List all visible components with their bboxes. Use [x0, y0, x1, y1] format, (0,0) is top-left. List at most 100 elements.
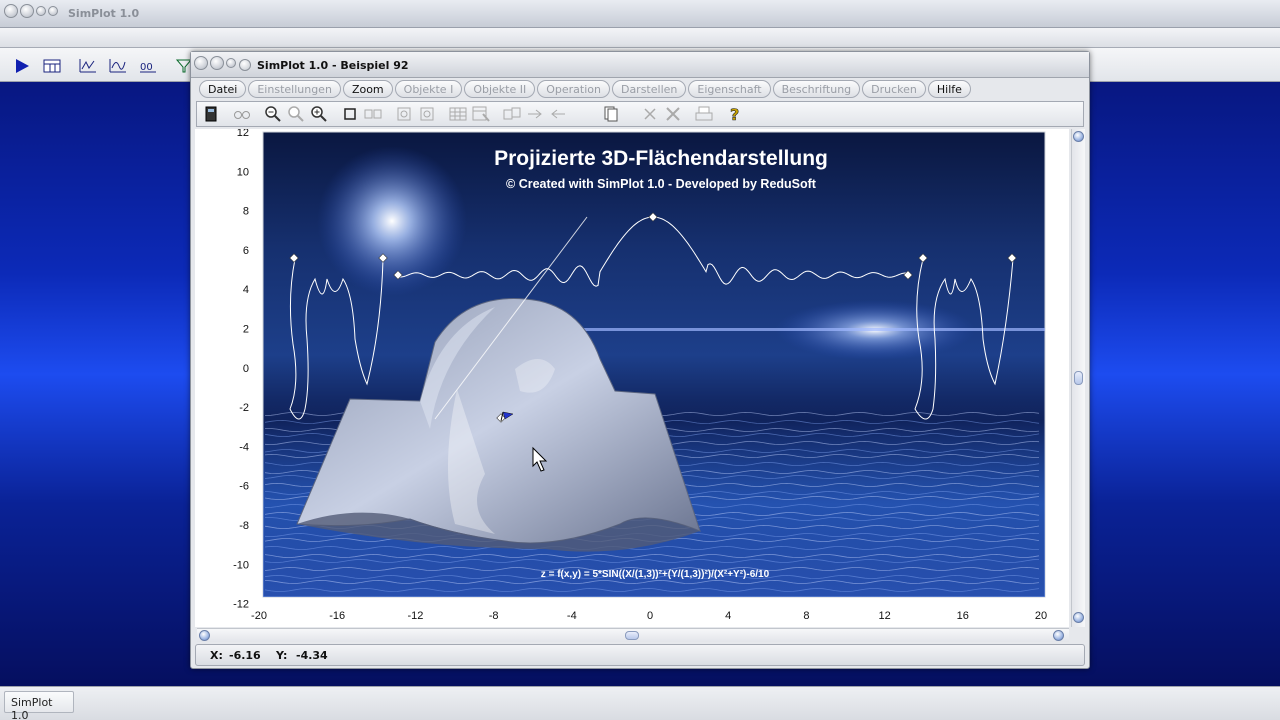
- scroll-right-button[interactable]: [1053, 630, 1064, 641]
- x-tick-label: 4: [725, 610, 731, 622]
- plot-title: Projizierte 3D-Flächendarstellung: [494, 147, 828, 170]
- vertical-scroll-thumb[interactable]: [1074, 371, 1083, 385]
- y-tick-label: 8: [243, 206, 249, 218]
- x-tick-label: -20: [251, 610, 267, 622]
- x-axis-ticks: -20 -16 -12 -8 -4 0 4 8 12 16 20: [251, 610, 1047, 622]
- x-tick-label: 8: [803, 610, 809, 622]
- y-axis-ticks: 12 10 8 6 4 2 0 -2 -4 -6 -8 -10 -12: [233, 127, 249, 611]
- horizontal-scrollbar[interactable]: [197, 628, 1069, 642]
- app-statusbar: SimPlot 1.0: [0, 686, 1280, 720]
- arrow-right-icon[interactable]: [525, 105, 545, 123]
- y-tick-label: 12: [237, 129, 249, 139]
- sequence-chart-icon[interactable]: 00: [138, 57, 158, 75]
- menu-item-beschriftung[interactable]: Beschriftung: [772, 80, 861, 98]
- x-coord-value: -6.16: [229, 649, 261, 662]
- play-icon[interactable]: [12, 57, 32, 75]
- y-tick-label: -6: [239, 481, 249, 493]
- curve-chart-icon[interactable]: [108, 57, 128, 75]
- arrow-left-icon[interactable]: [548, 105, 568, 123]
- window-close-button[interactable]: [194, 56, 208, 70]
- menu-item-objekte-i[interactable]: Objekte I: [394, 80, 463, 98]
- app-titlebar: SimPlot 1.0: [0, 0, 1280, 28]
- x-tick-label: 12: [878, 610, 890, 622]
- app-menu-button[interactable]: [48, 6, 58, 16]
- y-tick-label: 2: [243, 324, 249, 336]
- scroll-left-button[interactable]: [199, 630, 210, 641]
- scroll-down-button[interactable]: [1073, 612, 1084, 623]
- plot-area[interactable]: 12 10 8 6 4 2 0 -2 -4 -6 -8 -10 -12 -20 -16 -12 -8 -4 0 4 8…: [195, 127, 1069, 627]
- help-icon[interactable]: ?: [725, 105, 745, 123]
- y-tick-label: 6: [243, 245, 249, 257]
- plot-canvas[interactable]: 121086420-2-4-6-8-10-12 -20 -16 -12 -8 -4 0 4 8…: [195, 127, 1069, 627]
- horizontal-scroll-thumb[interactable]: [625, 631, 639, 640]
- app-close-button[interactable]: [4, 4, 18, 18]
- rotate-alt-icon[interactable]: [417, 105, 437, 123]
- print-icon[interactable]: [694, 105, 714, 123]
- y-tick-label: 0: [243, 363, 249, 375]
- x-tick-label: -16: [329, 610, 345, 622]
- app-title: SimPlot 1.0: [68, 7, 140, 20]
- x-tick-label: 16: [957, 610, 969, 622]
- app-menubar: [0, 28, 1280, 48]
- menu-item-operation[interactable]: Operation: [537, 80, 610, 98]
- y-coord-value: -4.34: [296, 649, 328, 662]
- zoom-in-icon[interactable]: [309, 105, 329, 123]
- menu-item-hilfe[interactable]: Hilfe: [927, 80, 971, 98]
- window-menu-icon[interactable]: [239, 59, 251, 71]
- y-tick-label: -12: [233, 599, 249, 611]
- x-tick-label: -8: [489, 610, 499, 622]
- app-minimize-button[interactable]: [20, 4, 34, 18]
- window-minimize-button[interactable]: [210, 56, 224, 70]
- window-titlebar: SimPlot 1.0 - Beispiel 92: [191, 52, 1089, 78]
- taskbar-entry[interactable]: SimPlot 1.0: [4, 691, 74, 720]
- grid-icon[interactable]: [448, 105, 468, 123]
- zoom-out-icon[interactable]: [263, 105, 283, 123]
- pages-icon[interactable]: [601, 105, 621, 123]
- copy-object-icon[interactable]: [502, 105, 522, 123]
- window-maximize-button[interactable]: [226, 58, 236, 68]
- svg-text:?: ?: [730, 105, 739, 123]
- x-tick-label: 20: [1035, 610, 1047, 622]
- menu-item-datei[interactable]: Datei: [199, 80, 247, 98]
- table-icon[interactable]: [42, 57, 62, 75]
- menubar: Datei Einstellungen Zoom Objekte I Objekte I…: [199, 80, 971, 98]
- calculator-icon[interactable]: [201, 105, 221, 123]
- vertical-scrollbar[interactable]: [1071, 129, 1085, 627]
- menu-item-darstellen[interactable]: Darstellen: [611, 80, 687, 98]
- app-window-controls: [4, 4, 58, 18]
- line-chart-icon[interactable]: [78, 57, 98, 75]
- menu-item-objekte-ii[interactable]: Objekte II: [464, 80, 536, 98]
- svg-text:00: 00: [140, 62, 153, 73]
- formula-label: z = f(x,y) = 5*SIN((X/(1,3))²+(Y/(1,3))²…: [541, 569, 770, 580]
- delete-icon[interactable]: [640, 105, 660, 123]
- glasses-icon[interactable]: [232, 105, 252, 123]
- document-window: SimPlot 1.0 - Beispiel 92 Datei Einstellu…: [190, 51, 1090, 669]
- x-coord-label: X:: [210, 649, 223, 662]
- menu-item-drucken[interactable]: Drucken: [862, 80, 926, 98]
- double-frame-icon[interactable]: [363, 105, 383, 123]
- delete-all-icon[interactable]: [663, 105, 683, 123]
- x-tick-label: -12: [407, 610, 423, 622]
- window-title: SimPlot 1.0 - Beispiel 92: [257, 59, 409, 72]
- window-statusbar: X: -6.16 Y: -4.34: [195, 644, 1085, 666]
- y-tick-label: -4: [239, 441, 249, 453]
- y-coord-label: Y:: [276, 649, 288, 662]
- menu-item-eigenschaft[interactable]: Eigenschaft: [688, 80, 771, 98]
- menu-item-zoom[interactable]: Zoom: [342, 80, 393, 98]
- y-tick-label: -2: [239, 402, 249, 414]
- scroll-up-button[interactable]: [1073, 131, 1084, 142]
- x-tick-label: 0: [647, 610, 653, 622]
- y-tick-label: -8: [239, 520, 249, 532]
- plot-toolbar: ?: [196, 101, 1084, 127]
- plot-subtitle: © Created with SimPlot 1.0 - Developed b…: [506, 177, 817, 191]
- frame-icon[interactable]: [340, 105, 360, 123]
- y-tick-label: 10: [237, 166, 249, 178]
- table-edit-icon[interactable]: [471, 105, 491, 123]
- x-tick-label: -4: [567, 610, 577, 622]
- zoom-reset-icon[interactable]: [286, 105, 306, 123]
- app-maximize-button[interactable]: [36, 6, 46, 16]
- window-controls: [194, 56, 236, 70]
- menu-item-einstellungen[interactable]: Einstellungen: [248, 80, 341, 98]
- rotate-icon[interactable]: [394, 105, 414, 123]
- y-tick-label: 4: [243, 284, 249, 296]
